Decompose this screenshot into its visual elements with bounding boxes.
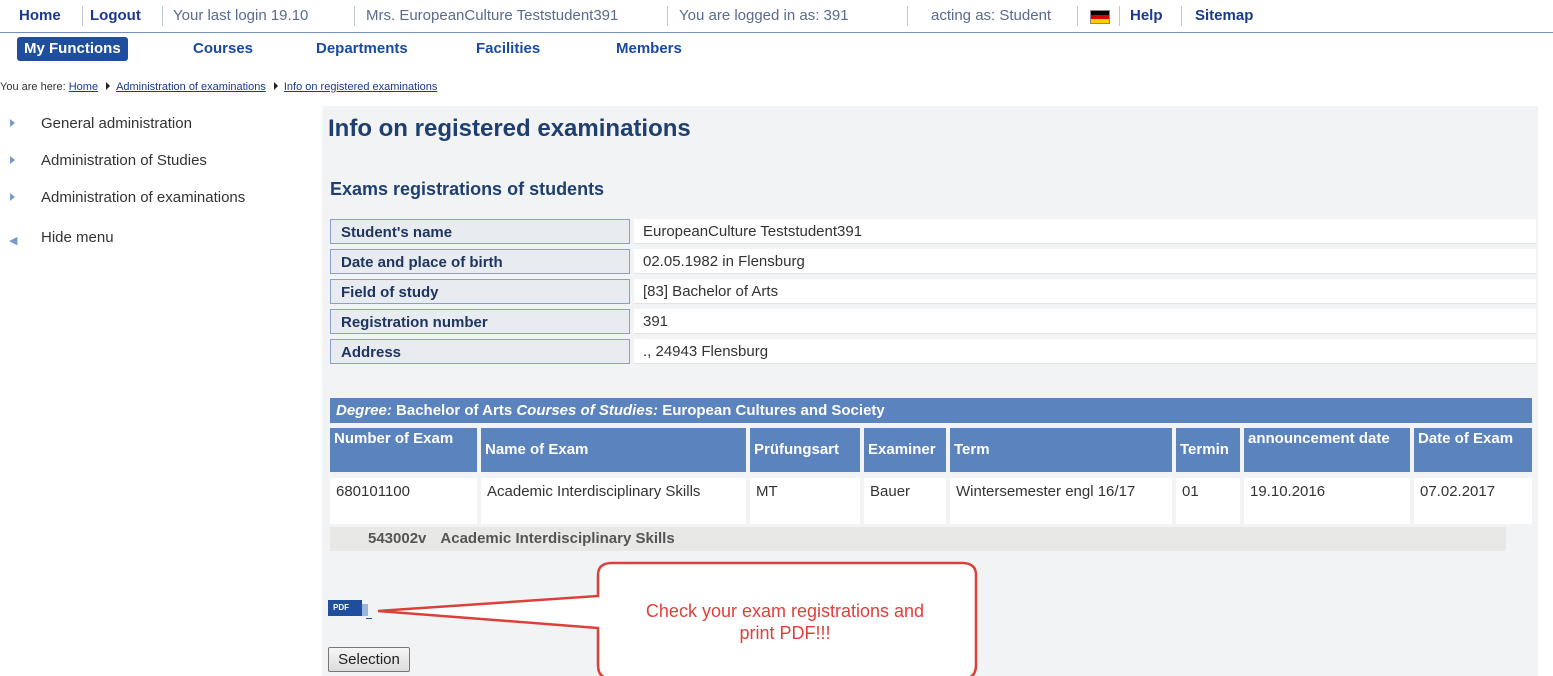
info-value: 02.05.1982 in Flensburg: [634, 249, 1536, 274]
breadcrumb-exam-admin-link[interactable]: Administration of examinations: [116, 81, 266, 93]
user-name-text: Mrs. EuropeanCulture Teststudent391: [366, 7, 619, 24]
courses-value: European Cultures and Society: [662, 402, 885, 419]
breadcrumb-prefix: You are here:: [0, 81, 66, 93]
module-row: 543002v Academic Interdisciplinary Skills: [330, 527, 1506, 551]
tab-members[interactable]: Members: [616, 37, 682, 61]
acting-as-text: acting as: Student: [931, 7, 1052, 24]
module-number: 543002v: [368, 530, 427, 547]
info-label: Field of study: [330, 279, 630, 304]
tab-courses[interactable]: Courses: [193, 37, 253, 61]
sidebar-item-label: Hide menu: [41, 229, 114, 246]
separator: [1119, 6, 1120, 26]
logout-link[interactable]: Logout: [90, 6, 141, 26]
help-link[interactable]: Help: [1130, 6, 1163, 26]
degree-label: Degree:: [336, 402, 392, 419]
callout-text: Check your exam registrations and print …: [595, 600, 975, 644]
tab-departments[interactable]: Departments: [316, 37, 408, 61]
info-label: Address: [330, 339, 630, 364]
column-header-announcement-date: announcement date: [1244, 428, 1410, 472]
page-title: Info on registered examinations: [328, 115, 691, 142]
separator: [162, 6, 163, 26]
flag-stripe: [1091, 19, 1109, 23]
logged-in-as-text: You are logged in as: 391: [679, 7, 849, 24]
pdf-icon-label: PDF: [328, 600, 362, 616]
sidebar-item-label: Administration of examinations: [41, 189, 246, 206]
breadcrumb-arrow-icon: [106, 82, 111, 90]
breadcrumb-arrow-icon: [273, 82, 278, 90]
separator: [667, 6, 668, 26]
pdf-icon[interactable]: PDF: [328, 600, 372, 619]
cell-date-of-exam: 07.02.2017: [1414, 478, 1532, 524]
last-login-text: Your last login 19.10: [173, 7, 309, 24]
courses-label: Courses of Studies:: [516, 402, 659, 419]
column-header-date-of-exam: Date of Exam: [1414, 428, 1532, 472]
cell-number: 680101100: [330, 478, 477, 524]
info-row-address: Address ., 24943 Flensburg: [330, 339, 1536, 366]
cell-examiner: Bauer: [864, 478, 946, 524]
info-value: EuropeanCulture Teststudent391: [634, 219, 1536, 244]
separator: [1181, 6, 1182, 26]
column-header-term: Term: [950, 428, 1172, 472]
info-label: Student's name: [330, 219, 630, 244]
column-header-name: Name of Exam: [481, 428, 746, 472]
degree-header: Degree: Bachelor of Arts Courses of Stud…: [330, 398, 1532, 423]
expand-arrow-icon: [10, 156, 15, 164]
degree-value: Bachelor of Arts: [396, 402, 513, 419]
top-bar: Home Logout Your last login 19.10 Mrs. E…: [0, 0, 1553, 33]
tab-my-functions[interactable]: My Functions: [17, 37, 128, 61]
callout-line: print PDF!!!: [739, 623, 831, 643]
cell-exam-type: MT: [750, 478, 860, 524]
selection-button[interactable]: Selection: [328, 647, 410, 672]
info-row-student-name: Student's name EuropeanCulture Teststude…: [330, 219, 1536, 246]
info-row-registration-number: Registration number 391: [330, 309, 1536, 336]
callout-line: Check your exam registrations and: [645, 601, 925, 621]
info-value: ., 24943 Flensburg: [634, 339, 1536, 364]
info-label: Date and place of birth: [330, 249, 630, 274]
info-row-field-of-study: Field of study [83] Bachelor of Arts: [330, 279, 1536, 306]
sidebar-item-label: Administration of Studies: [41, 152, 207, 169]
german-flag-icon[interactable]: [1090, 10, 1110, 24]
column-header-termin: Termin: [1176, 428, 1240, 472]
breadcrumb-home-link[interactable]: Home: [69, 81, 98, 93]
expand-arrow-icon: [10, 119, 15, 127]
cell-term: Wintersemester engl 16/17: [950, 478, 1172, 524]
home-link[interactable]: Home: [19, 6, 61, 26]
column-header-number: Number of Exam: [330, 428, 477, 472]
cell-name: Academic Interdisciplinary Skills: [481, 478, 746, 524]
back-arrow-icon: ◀: [9, 235, 18, 247]
separator: [1077, 6, 1078, 26]
separator: [907, 6, 908, 26]
cell-termin: 01: [1176, 478, 1240, 524]
main-nav: My Functions Courses Departments Facilit…: [0, 34, 1553, 64]
breadcrumb-current-link[interactable]: Info on registered examinations: [284, 81, 437, 93]
tab-facilities[interactable]: Facilities: [476, 37, 540, 61]
sidebar-item-label: General administration: [41, 115, 192, 132]
info-row-birth: Date and place of birth 02.05.1982 in Fl…: [330, 249, 1536, 276]
cell-announcement-date: 19.10.2016: [1244, 478, 1410, 524]
module-name: Academic Interdisciplinary Skills: [440, 530, 675, 547]
sitemap-link[interactable]: Sitemap: [1195, 6, 1253, 26]
column-header-exam-type: Prüfungsart: [750, 428, 860, 472]
separator: [82, 6, 83, 26]
info-value: [83] Bachelor of Arts: [634, 279, 1536, 304]
expand-arrow-icon: [10, 193, 15, 201]
info-value: 391: [634, 309, 1536, 334]
separator: [354, 6, 355, 26]
pdf-icon-fold: [362, 604, 368, 616]
info-label: Registration number: [330, 309, 630, 334]
column-header-examiner: Examiner: [864, 428, 946, 472]
section-heading: Exams registrations of students: [330, 179, 605, 199]
link-underline: [366, 618, 372, 619]
breadcrumb: You are here: Home Administration of exam…: [0, 80, 437, 94]
